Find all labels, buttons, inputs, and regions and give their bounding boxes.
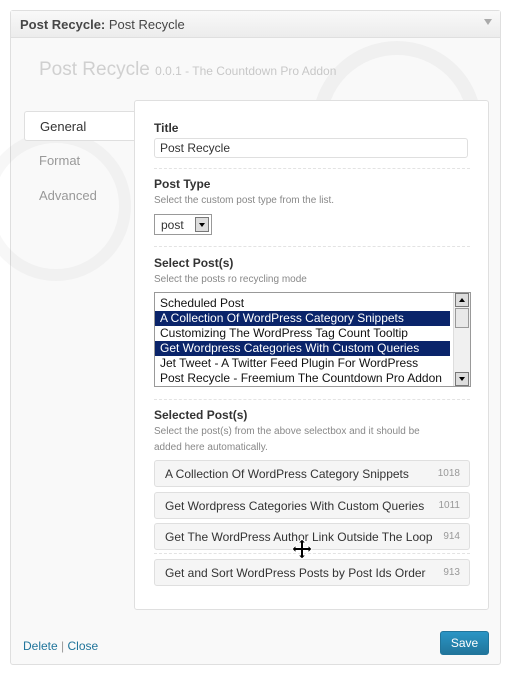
addon-name: Post Recycle [39, 59, 150, 80]
list-item[interactable]: Customizing The WordPress Tag Count Tool… [155, 326, 450, 341]
widget-title: Post Recycle: Post Recycle [20, 17, 185, 32]
move-cursor-icon [291, 538, 313, 560]
close-link[interactable]: Close [68, 639, 99, 653]
widget-header[interactable]: Post Recycle: Post Recycle [11, 11, 500, 38]
selected-post-id: 913 [443, 567, 460, 578]
dropdown-arrow-icon[interactable] [195, 217, 209, 232]
scroll-down-icon[interactable] [455, 372, 469, 386]
listbox-scrollbar[interactable] [453, 293, 470, 386]
general-settings-panel: Title Post Type Select the custom post t… [134, 100, 489, 610]
post-type-description: Select the custom post type from the lis… [154, 195, 335, 206]
selected-posts-description-1: Select the post(s) from the above select… [154, 426, 420, 437]
selected-post-item[interactable]: Get Wordpress Categories With Custom Que… [154, 492, 470, 519]
widget-box: Post Recycle: Post Recycle Post Recycle … [10, 10, 501, 665]
title-label: Title [154, 121, 179, 135]
save-button[interactable]: Save [440, 631, 489, 655]
widget-title-name: Post Recycle [108, 17, 185, 32]
list-item-selected[interactable]: A Collection Of WordPress Category Snipp… [155, 311, 450, 326]
addon-heading: Post Recycle 0.0.1 - The Countdown Pro A… [39, 59, 336, 81]
selected-post-name: Get Wordpress Categories With Custom Que… [165, 499, 425, 513]
delete-link[interactable]: Delete [23, 639, 58, 653]
divider [154, 246, 470, 247]
select-posts-description: Select the posts ro recycling mode [154, 274, 307, 285]
scroll-up-icon[interactable] [455, 293, 469, 307]
list-item[interactable]: Jet Tweet - A Twitter Feed Plugin For Wo… [155, 356, 450, 371]
select-posts-label: Select Post(s) [154, 256, 234, 270]
selected-posts-label: Selected Post(s) [154, 408, 248, 422]
footer-actions: Delete | Close [23, 639, 98, 653]
selected-posts-description-2: added here automatically. [154, 442, 268, 453]
post-type-select[interactable]: post [154, 214, 212, 235]
divider [154, 168, 470, 169]
link-separator: | [61, 639, 65, 653]
list-item[interactable]: Scheduled Post [155, 296, 450, 311]
selected-post-id: 1011 [438, 500, 460, 511]
divider [154, 399, 470, 400]
selected-post-name: Get and Sort WordPress Posts by Post Ids… [165, 566, 426, 580]
selected-post-item[interactable]: Get and Sort WordPress Posts by Post Ids… [154, 559, 470, 586]
tab-advanced[interactable]: Advanced [24, 181, 136, 211]
tab-general[interactable]: General [24, 111, 134, 141]
addon-version: 0.0.1 - The Countdown Pro Addon [155, 64, 337, 78]
post-type-label: Post Type [154, 177, 211, 191]
selected-post-id: 1018 [437, 468, 460, 479]
tab-format[interactable]: Format [24, 146, 136, 176]
title-input[interactable] [154, 138, 468, 158]
scroll-thumb[interactable] [455, 308, 469, 328]
widget-title-prefix: Post Recycle: [20, 17, 106, 32]
collapse-arrow-icon[interactable] [484, 19, 492, 25]
settings-tabs: General Format Advanced [24, 111, 136, 216]
list-item-selected[interactable]: Get Wordpress Categories With Custom Que… [155, 341, 450, 356]
posts-listbox[interactable]: Scheduled Post A Collection Of WordPress… [154, 292, 471, 387]
list-item[interactable]: Post Recycle - Freemium The Countdown Pr… [155, 371, 450, 386]
selected-post-item[interactable]: A Collection Of WordPress Category Snipp… [154, 460, 470, 487]
selected-post-id: 914 [443, 531, 460, 542]
selected-post-name: A Collection Of WordPress Category Snipp… [165, 467, 409, 481]
post-type-selected-value: post [161, 218, 184, 232]
